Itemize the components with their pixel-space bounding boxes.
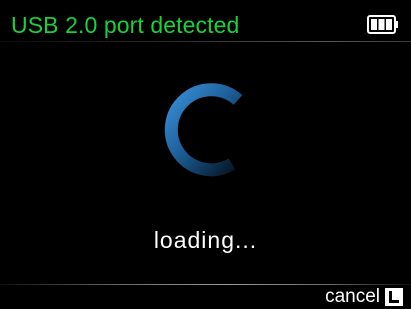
loading-spinner-icon [164,83,243,177]
footer-divider [0,284,411,285]
status-title: USB 2.0 port detected [11,12,240,38]
header-divider [0,41,411,42]
loading-label: loading... [153,227,258,253]
device-screen: USB 2.0 port detected loading... cancel [0,0,411,309]
battery-icon [367,15,398,34]
cancel-action[interactable]: cancel [325,286,403,308]
cancel-label: cancel [325,286,380,307]
l-button-icon[interactable] [385,288,403,306]
